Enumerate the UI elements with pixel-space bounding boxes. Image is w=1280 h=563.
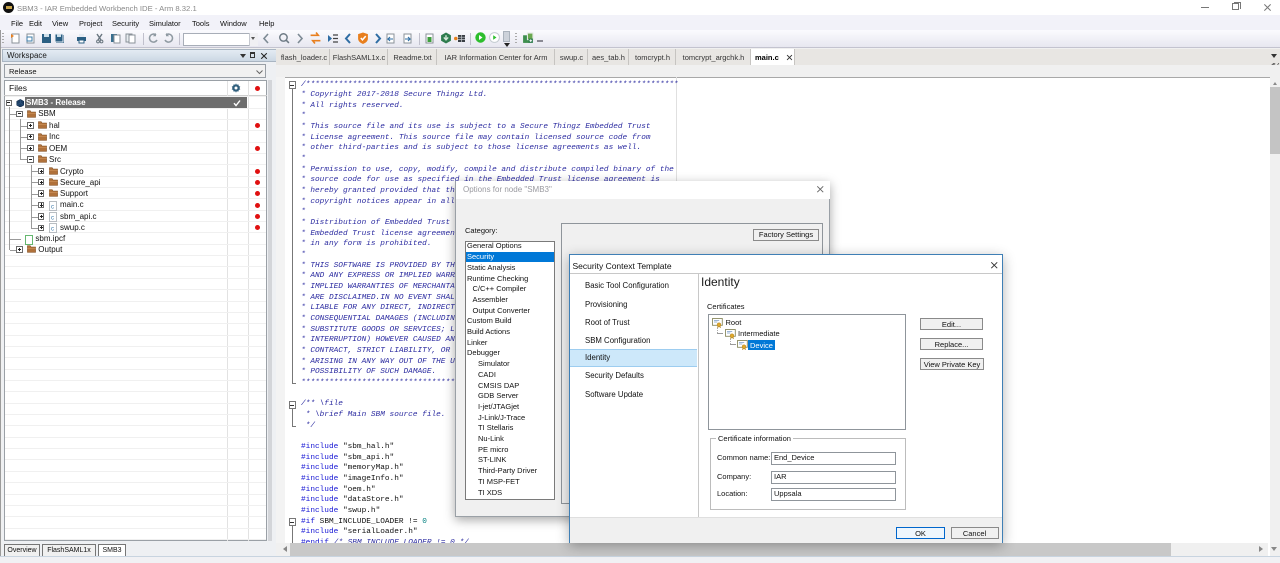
svg-text:c: c <box>51 227 54 233</box>
svg-text:c: c <box>51 216 54 222</box>
svg-text:c: c <box>51 204 54 210</box>
